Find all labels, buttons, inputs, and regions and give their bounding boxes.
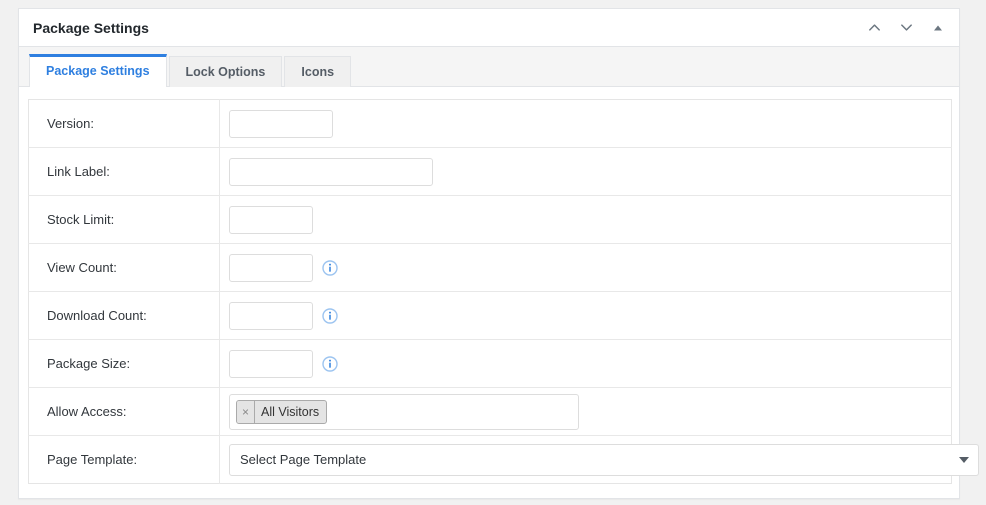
info-icon[interactable]	[322, 355, 338, 372]
label-view-count: View Count:	[28, 243, 220, 292]
view-count-input[interactable]	[229, 253, 313, 282]
table-row: Stock Limit:	[28, 195, 952, 244]
package-size-input[interactable]	[229, 349, 313, 378]
label-page-template: Page Template:	[28, 435, 220, 484]
table-row: Version:	[28, 99, 952, 148]
panel-bottom-padding	[19, 484, 959, 498]
label-stock-limit: Stock Limit:	[28, 195, 220, 244]
package-settings-panel: Package Settings Package Settings Lock O…	[18, 8, 979, 499]
panel-header-actions	[865, 19, 947, 37]
panel-header: Package Settings	[19, 9, 959, 47]
stock-limit-input[interactable]	[229, 205, 313, 234]
label-download-count: Download Count:	[28, 291, 220, 340]
page-title: Package Settings	[33, 19, 149, 36]
label-allow-access: Allow Access:	[28, 387, 220, 436]
page-template-select[interactable]: Select Page Template	[229, 443, 979, 476]
label-package-size: Package Size:	[28, 339, 220, 388]
allow-access-token-field[interactable]: × All Visitors	[229, 393, 579, 430]
info-icon[interactable]	[322, 307, 338, 324]
move-down-icon[interactable]	[897, 19, 915, 37]
table-row: Page Template: Select Page Template	[28, 435, 979, 484]
label-version: Version:	[28, 99, 220, 148]
table-row: Link Label:	[28, 147, 952, 196]
download-count-input[interactable]	[229, 301, 313, 330]
token-remove-icon[interactable]: ×	[237, 400, 255, 423]
toggle-collapse-icon[interactable]	[929, 19, 947, 37]
table-row: View Count:	[28, 243, 952, 292]
token-all-visitors: × All Visitors	[236, 399, 328, 424]
version-input[interactable]	[229, 109, 333, 138]
token-label: All Visitors	[261, 404, 320, 419]
tab-lock-options[interactable]: Lock Options	[168, 56, 283, 87]
tab-package-settings[interactable]: Package Settings	[29, 54, 167, 87]
package-settings-form: Version: Link Label: Stock Limit: View C…	[28, 99, 979, 484]
link-label-input[interactable]	[229, 157, 433, 186]
table-row: Download Count:	[28, 291, 952, 340]
table-row: Package Size:	[28, 339, 952, 388]
tab-strip: Package Settings Lock Options Icons	[19, 47, 959, 87]
table-row: Allow Access: × All Visitors	[28, 387, 952, 436]
page-template-select-wrap: Select Page Template	[229, 443, 979, 476]
tab-icons[interactable]: Icons	[284, 56, 352, 87]
move-up-icon[interactable]	[865, 19, 883, 37]
info-icon[interactable]	[322, 259, 338, 276]
label-link-label: Link Label:	[28, 147, 220, 196]
